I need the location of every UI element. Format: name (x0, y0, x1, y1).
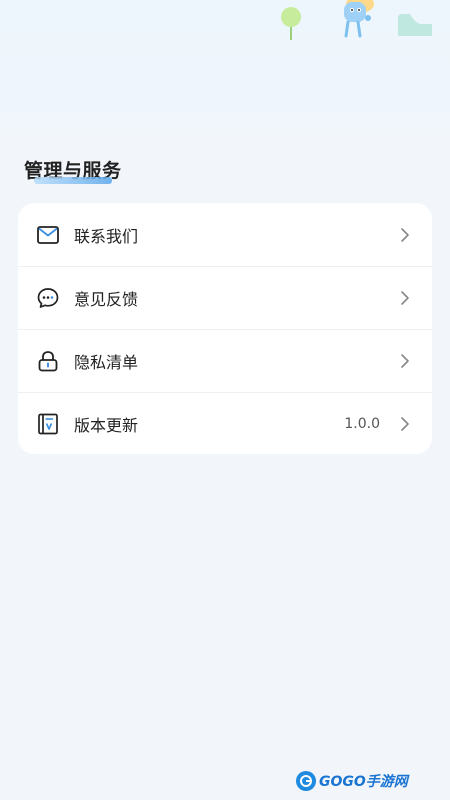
watermark-text: GOGO手游网 (319, 774, 408, 790)
version-number: 1.0.0 (344, 416, 380, 432)
watermark-logo-icon (296, 771, 316, 791)
version-document-icon (36, 412, 60, 436)
menu-item-label: 意见反馈 (74, 290, 139, 309)
menu-item-version-update[interactable]: 版本更新 1.0.0 (18, 392, 432, 455)
menu-item-feedback[interactable]: 意见反馈 (18, 266, 432, 329)
chevron-right-icon (400, 290, 410, 306)
menu-card: 联系我们 意见反馈 隐私清单 版本更新 1.0.0 (18, 203, 432, 454)
menu-item-label: 版本更新 (74, 416, 139, 435)
menu-item-label: 联系我们 (74, 226, 139, 246)
title-underline (34, 177, 112, 184)
menu-item-privacy-list[interactable]: 隐私清单 (18, 329, 432, 392)
chevron-right-icon (400, 353, 410, 369)
mail-icon (36, 223, 60, 247)
chat-bubble-icon (36, 286, 60, 310)
chevron-right-icon (400, 416, 410, 432)
watermark: GOGO手游网 (296, 769, 408, 793)
chevron-right-icon (400, 227, 410, 243)
lock-icon (36, 349, 60, 373)
menu-item-label: 隐私清单 (74, 353, 139, 372)
menu-item-contact-us[interactable]: 联系我们 (18, 203, 432, 266)
header-decoration (281, 0, 432, 40)
screen: 管理与服务 联系我们 意见反馈 隐私清单 版本更新 1.0.0 GOGO手游网 (0, 0, 450, 800)
header-illustration (0, 0, 450, 140)
